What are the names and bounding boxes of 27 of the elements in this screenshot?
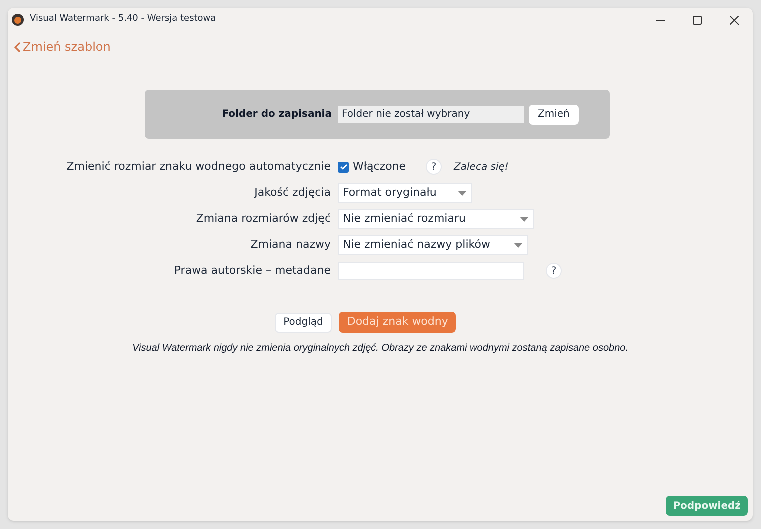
help-button[interactable]: ? — [426, 159, 442, 175]
preview-button[interactable]: Podgląd — [274, 312, 332, 332]
field-label: Zmienić rozmiar znaku wodnego automatycznie — [66, 158, 332, 175]
dropdown[interactable]: Format oryginału — [338, 183, 472, 203]
recommendation-note: Zaleca się! — [454, 160, 509, 174]
folder-label: Folder do zapisania — [221, 108, 333, 122]
dropdown-arrow-icon — [458, 190, 467, 196]
help-button[interactable]: ? — [546, 263, 562, 279]
checkbox-label: Włączone — [353, 158, 406, 175]
field-label: Prawa autorskie – metadane — [173, 262, 332, 279]
field-label: Zmiana nazwy — [250, 236, 332, 253]
dropdown[interactable]: Nie zmieniać nazwy plików — [338, 235, 528, 255]
field-label: Zmiana rozmiarów zdjęć — [195, 210, 332, 227]
dropdown-arrow-icon — [520, 216, 529, 222]
field-label: Jakość zdjęcia — [253, 184, 332, 201]
window-title: Visual Watermark - 5.40 - Wersja testowa — [30, 13, 216, 26]
chevron-left-icon — [14, 42, 21, 52]
app-logo-icon — [12, 14, 24, 26]
folder-field[interactable]: Folder nie został wybrany — [338, 106, 524, 123]
notice-text: Visual Watermark nigdy nie zmienia oryginalnych zdjęć. Obrazy ze znakami wodnymi zostaną zapisane osobno. — [132, 342, 630, 356]
dropdown[interactable]: Nie zmieniać rozmiaru — [338, 209, 534, 229]
dropdown-arrow-icon — [514, 242, 523, 248]
maximize-icon[interactable] — [693, 16, 702, 24]
metadata-field[interactable] — [338, 262, 524, 280]
change-folder-button[interactable]: Zmień — [529, 104, 579, 124]
checkbox[interactable] — [338, 162, 349, 172]
close-icon[interactable] — [730, 16, 739, 24]
